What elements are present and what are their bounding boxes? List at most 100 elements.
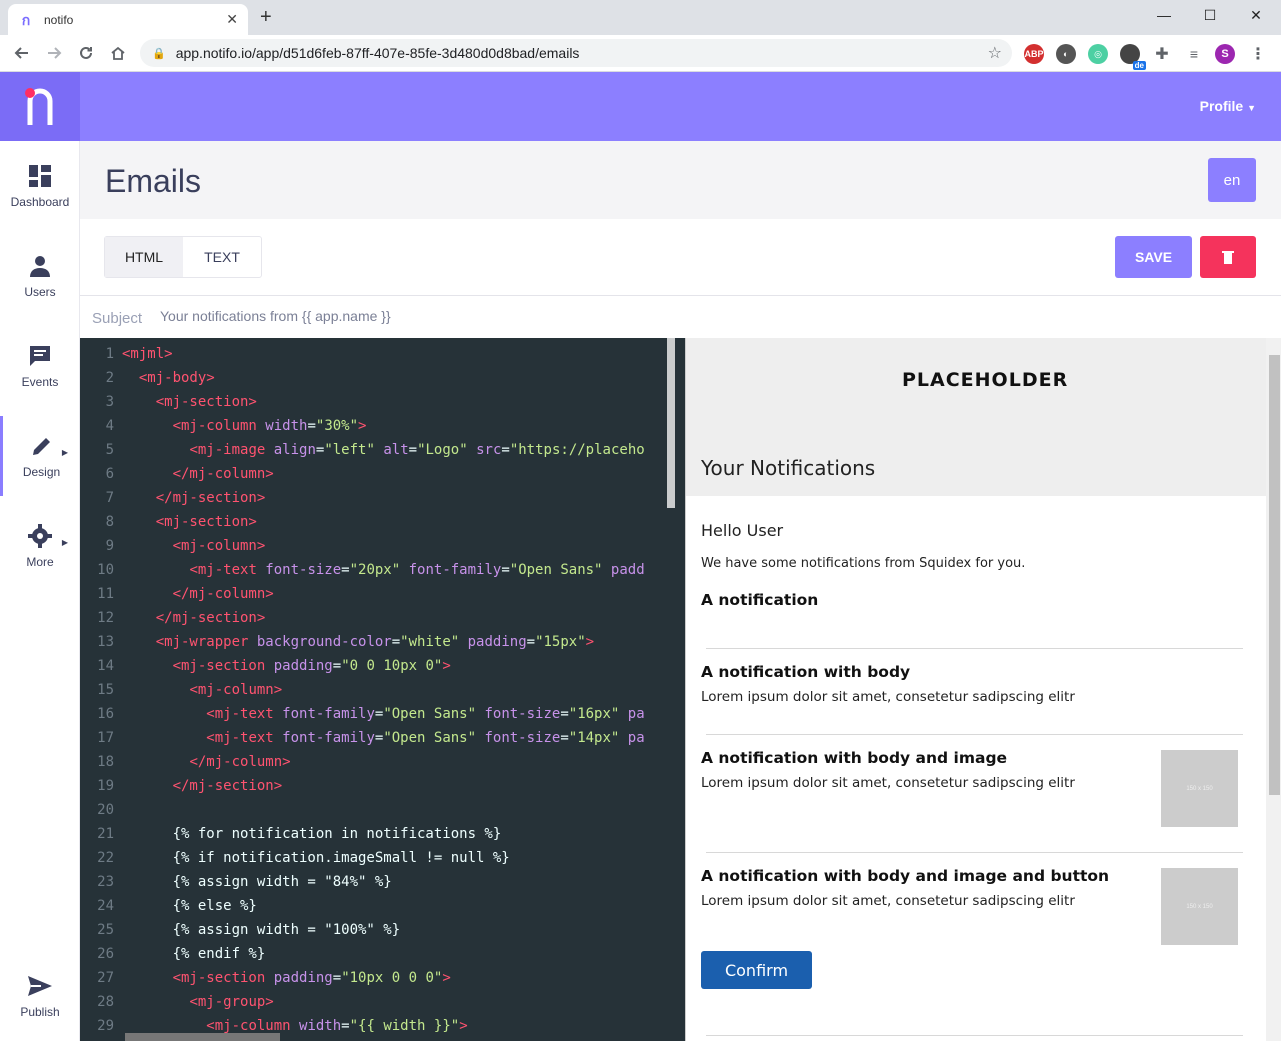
address-bar[interactable]: 🔒 app.notifo.io/app/d51d6feb-87ff-407e-8… [140, 39, 1012, 67]
code-token: <mj-section [172, 970, 274, 986]
bookmark-star-icon[interactable]: ☆ [988, 43, 1002, 63]
code-line[interactable]: 7 </mj-section> [80, 486, 676, 510]
code-line[interactable]: 10 <mj-text font-size="20px" font-family… [80, 558, 676, 582]
code-line[interactable]: 24 {% else %} [80, 894, 676, 918]
code-line[interactable]: 4 <mj-column width="30%"> [80, 414, 676, 438]
code-line[interactable]: 2 <mj-body> [80, 366, 676, 390]
code-line[interactable]: 11 </mj-column> [80, 582, 676, 606]
browser-menu-icon[interactable]: ⋮ [1248, 44, 1268, 64]
sidebar-item-publish[interactable]: Publish [0, 956, 80, 1036]
profile-label: Profile [1199, 98, 1244, 114]
code-token: </mj-section> [172, 778, 283, 794]
code-line[interactable]: 27 <mj-section padding="10px 0 0 0"> [80, 966, 676, 990]
line-number: 27 [97, 970, 114, 986]
adblock-extension-icon[interactable]: ABP [1024, 44, 1044, 64]
code-line[interactable]: 26 {% endif %} [80, 942, 676, 966]
line-number: 21 [97, 826, 114, 842]
maximize-window-icon[interactable]: ☐ [1187, 0, 1233, 30]
notification-title: A notification with body [701, 663, 911, 681]
code-token: <mj-group> [189, 994, 274, 1010]
new-tab-button[interactable]: + [260, 6, 272, 29]
code-line[interactable]: 9 <mj-column> [80, 534, 676, 558]
forward-icon[interactable] [42, 41, 66, 65]
code-line[interactable]: 22 {% if notification.imageSmall != null… [80, 846, 676, 870]
sidebar-item-dashboard[interactable]: Dashboard [0, 146, 80, 226]
code-line[interactable]: 14 <mj-section padding="0 0 10px 0"> [80, 654, 676, 678]
code-token: </mj-column> [172, 586, 274, 602]
code-token: <mj-body> [138, 370, 215, 386]
sidebar-item-label: More [26, 555, 54, 569]
code-line[interactable]: 13 <mj-wrapper background-color="white" … [80, 630, 676, 654]
notifo-logo[interactable] [0, 72, 80, 141]
code-line[interactable]: 28 <mj-group> [80, 990, 676, 1014]
preview-scrollbar-thumb[interactable] [1269, 355, 1280, 795]
profile-avatar[interactable]: S [1215, 44, 1235, 64]
profile-menu[interactable]: Profile ▼ [1200, 98, 1256, 114]
url-text: app.notifo.io/app/d51d6feb-87ff-407e-85f… [175, 45, 580, 61]
notification-title: A notification with body and image [701, 749, 1008, 767]
subject-row: Subject Your notifications from {{ app.n… [80, 296, 1281, 338]
code-line[interactable]: 23 {% assign width = "84%" %} [80, 870, 676, 894]
editor-horizontal-scrollbar[interactable] [125, 1033, 280, 1041]
editor-vertical-scrollbar[interactable] [667, 338, 675, 508]
sidebar-item-users[interactable]: Users [0, 236, 80, 316]
tab-text[interactable]: TEXT [183, 237, 261, 277]
color-extension-icon[interactable]: ◎ [1088, 44, 1108, 64]
code-token: <mj-image [189, 442, 274, 458]
extensions-puzzle-icon[interactable]: ✚ [1152, 44, 1172, 64]
sidebar-item-more[interactable]: More ▶ [0, 506, 80, 586]
code-line[interactable]: 17 <mj-text font-family = "Open Sans" font… [80, 726, 676, 750]
code-line[interactable]: 3 <mj-section> [80, 390, 676, 414]
close-window-icon[interactable]: ✕ [1233, 0, 1279, 30]
minimize-window-icon[interactable]: — [1141, 0, 1187, 30]
code-token: background-color [256, 634, 392, 650]
code-token: "16px" [568, 706, 620, 722]
email-preview: PLACEHOLDER Your Notifications Hello Use… [685, 338, 1281, 1041]
code-token: = [332, 970, 342, 986]
translate-extension-icon[interactable]: de [1120, 44, 1146, 70]
code-line[interactable]: 16 <mj-text font-family = "Open Sans" font… [80, 702, 676, 726]
language-button[interactable]: en [1208, 158, 1256, 202]
code-line[interactable]: 18 </mj-column> [80, 750, 676, 774]
code-line[interactable]: 21 {% for notification in notifications … [80, 822, 676, 846]
reload-icon[interactable] [74, 41, 98, 65]
code-line[interactable]: 20 [80, 798, 676, 822]
home-icon[interactable] [106, 41, 130, 65]
code-token: = [391, 634, 401, 650]
tab-close-icon[interactable]: ✕ [226, 11, 238, 28]
browser-tab[interactable]: ก notifo ✕ [8, 4, 248, 35]
save-button[interactable]: SAVE [1115, 236, 1192, 278]
confirm-button[interactable]: Confirm [701, 951, 812, 989]
code-line[interactable]: 6 </mj-column> [80, 462, 676, 486]
delete-button[interactable] [1200, 236, 1256, 278]
code-editor[interactable]: 1 <mjml> 2 <mj-body> 3 <mj-section> 4 <mj-co… [80, 338, 685, 1041]
code-token: = [332, 658, 342, 674]
tab-html[interactable]: HTML [105, 237, 183, 277]
code-token: "Open Sans" [383, 730, 477, 746]
code-line[interactable]: 25 {% assign width = "100%" %} [80, 918, 676, 942]
dark-mode-extension-icon[interactable]: ◐ [1056, 44, 1076, 64]
sidebar-item-label: Users [24, 285, 56, 299]
browser-tab-bar: ก notifo ✕ + — ☐ ✕ [0, 0, 1281, 35]
code-line[interactable]: 1 <mjml> [80, 342, 676, 366]
sidebar-item-design[interactable]: Design ▶ [0, 416, 80, 496]
code-line[interactable]: 8 <mj-section> [80, 510, 676, 534]
back-icon[interactable] [10, 41, 34, 65]
code-line[interactable]: 12 </mj-section> [80, 606, 676, 630]
code-token: = [341, 1018, 350, 1034]
code-token: "{{ width }}" [349, 1018, 460, 1034]
code-line[interactable]: 5 <mj-image align="left" alt="Logo" src=… [80, 438, 676, 462]
code-line[interactable]: 15 <mj-column> [80, 678, 676, 702]
code-line[interactable]: 19 </mj-section> [80, 774, 676, 798]
message-icon [27, 343, 53, 369]
code-token: "Logo" [417, 442, 468, 458]
format-tabs: HTML TEXT [104, 236, 262, 278]
notifo-favicon-icon: ก [21, 11, 31, 28]
code-token: </mj-section> [155, 610, 266, 626]
sidebar-item-events[interactable]: Events [0, 326, 80, 406]
subject-input[interactable]: Your notifications from {{ app.name }} [160, 308, 391, 324]
media-control-icon[interactable]: ≡ [1184, 44, 1204, 64]
